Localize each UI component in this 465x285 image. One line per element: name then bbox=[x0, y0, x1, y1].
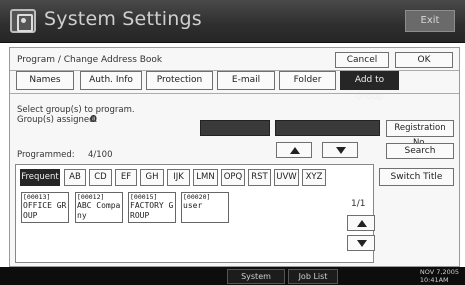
tab-auth-info[interactable]: Auth. Info bbox=[80, 71, 142, 90]
programmed-label: Programmed: bbox=[17, 150, 75, 160]
switch-title-button[interactable]: Switch Title bbox=[379, 168, 454, 186]
group-tab-lmn[interactable]: LMN bbox=[193, 169, 218, 186]
group-tab-gh[interactable]: GH bbox=[140, 169, 164, 186]
arrow-up-icon bbox=[290, 147, 300, 154]
date-text: NOV 7,2005 bbox=[419, 268, 459, 276]
group-entry-office[interactable]: [00013] OFFICE GROUP bbox=[21, 192, 69, 223]
entry-name: user bbox=[183, 201, 203, 210]
name-field bbox=[275, 120, 380, 136]
group-list: Frequent AB CD EF GH IJK LMN OPQ RST UVW… bbox=[15, 164, 374, 263]
entry-code: [00013] bbox=[23, 193, 51, 201]
tab-names[interactable]: Names bbox=[16, 71, 74, 90]
page-up-button[interactable] bbox=[347, 215, 375, 231]
tab-protection[interactable]: Protection bbox=[146, 71, 213, 90]
group-tab-uvw[interactable]: UVW bbox=[274, 169, 299, 186]
datetime: NOV 7,2005 10:41AM bbox=[420, 268, 459, 284]
instruction-text: Select group(s) to program. bbox=[17, 105, 135, 115]
group-tab-opq[interactable]: OPQ bbox=[221, 169, 245, 186]
group-tab-ijk[interactable]: IJK bbox=[167, 169, 190, 186]
group-tab-rst[interactable]: RST bbox=[248, 169, 271, 186]
tab-email[interactable]: E-mail bbox=[217, 71, 275, 90]
system-status-button[interactable]: System Status bbox=[227, 269, 285, 284]
group-tab-frequent[interactable]: Frequent bbox=[20, 169, 60, 186]
groups-assigned-label: Group(s) assigned: bbox=[17, 115, 98, 125]
title-bar: System Settings Exit bbox=[0, 0, 465, 43]
tab-folder[interactable]: Folder bbox=[279, 71, 336, 90]
group-entry-user[interactable]: [00020] user bbox=[181, 192, 229, 223]
name-field bbox=[200, 120, 270, 136]
job-list-button[interactable]: Job List bbox=[288, 269, 338, 284]
group-tab-ab[interactable]: AB bbox=[64, 169, 86, 186]
group-tab-xyz[interactable]: XYZ bbox=[302, 169, 326, 186]
group-tab-ef[interactable]: EF bbox=[115, 169, 137, 186]
status-bar: System Status Job List NOV 7,2005 10:41A… bbox=[0, 267, 465, 285]
registration-no-button[interactable]: Registration No. bbox=[386, 120, 454, 148]
groups-assigned-value: 0 bbox=[90, 114, 97, 125]
scroll-down-button[interactable] bbox=[322, 142, 358, 158]
arrow-down-icon bbox=[357, 240, 367, 247]
entry-name: OFFICE GROUP bbox=[23, 201, 67, 220]
exit-button[interactable]: Exit bbox=[405, 10, 455, 32]
entry-code: [00015] bbox=[130, 193, 158, 201]
group-entry-factory[interactable]: [00015] FACTORY GROUP bbox=[128, 192, 176, 223]
dialog-title: Program / Change Address Book bbox=[17, 55, 163, 65]
address-book-panel: Program / Change Address Book Cancel OK … bbox=[9, 47, 460, 267]
entry-code: [00012] bbox=[77, 193, 105, 201]
tab-add-to-group[interactable]: Add to Group bbox=[340, 71, 399, 102]
ok-button[interactable]: OK bbox=[395, 52, 453, 68]
group-tab-cd[interactable]: CD bbox=[89, 169, 112, 186]
entry-name: FACTORY GROUP bbox=[130, 201, 174, 220]
search-button[interactable]: Search bbox=[386, 143, 454, 159]
entry-name: ABC Company bbox=[77, 201, 121, 220]
system-settings-icon bbox=[10, 9, 36, 33]
programmed-count: 4/100 bbox=[88, 150, 113, 160]
entry-code: [00020] bbox=[183, 193, 211, 201]
arrow-down-icon bbox=[336, 147, 346, 154]
divider bbox=[10, 93, 459, 94]
scroll-up-button[interactable] bbox=[276, 142, 312, 158]
arrow-up-icon bbox=[357, 220, 367, 227]
cancel-button[interactable]: Cancel bbox=[335, 52, 389, 68]
group-entry-abc[interactable]: [00012] ABC Company bbox=[75, 192, 123, 223]
time-text: 10:41AM bbox=[419, 276, 449, 284]
page-indicator: 1/1 bbox=[351, 199, 366, 209]
page-down-button[interactable] bbox=[347, 235, 375, 251]
window-title: System Settings bbox=[44, 8, 202, 30]
